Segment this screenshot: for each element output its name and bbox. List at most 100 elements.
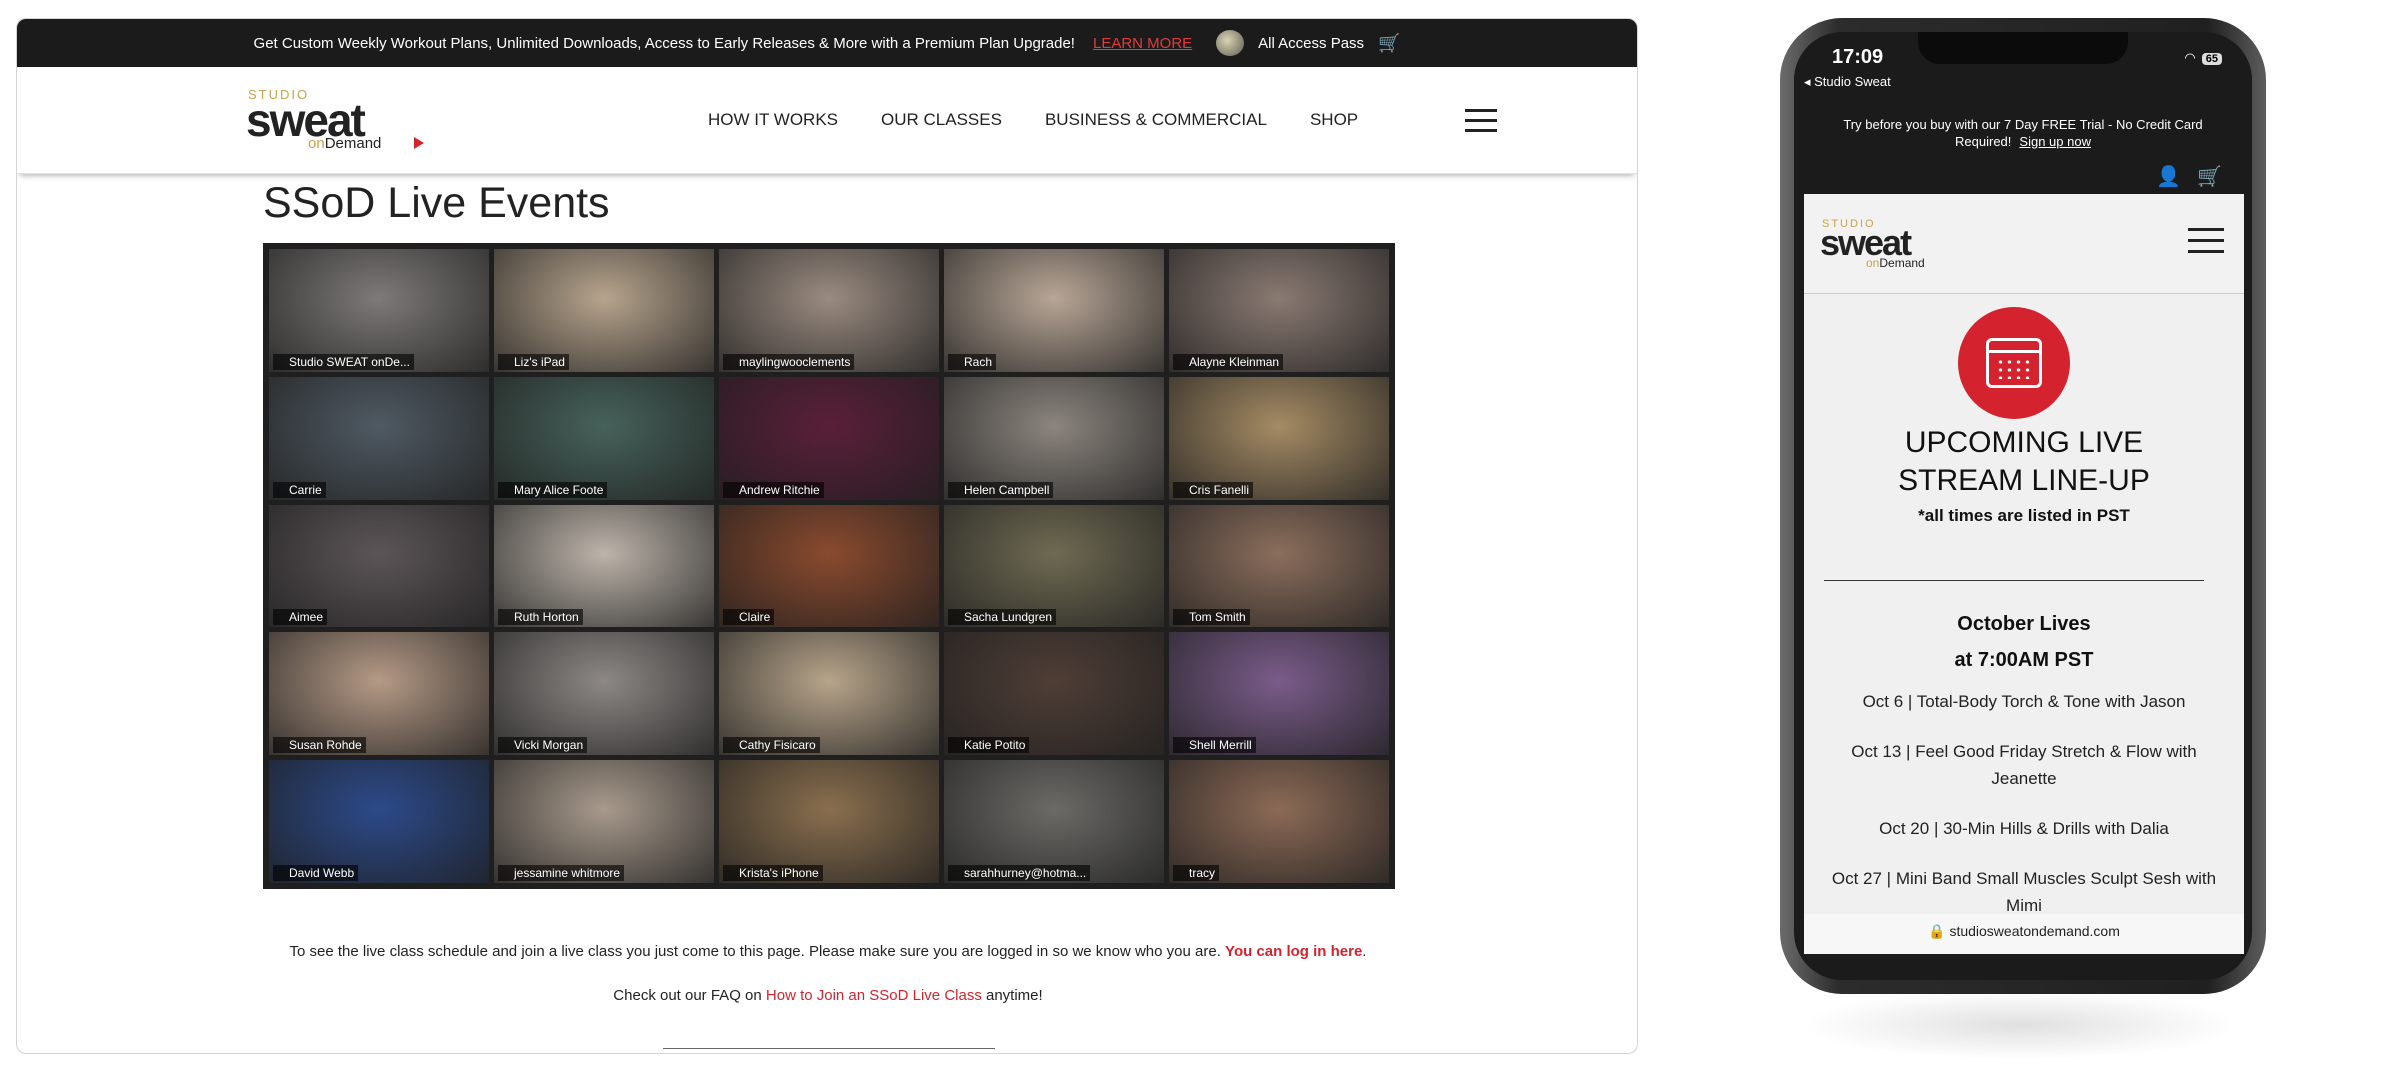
phone-shadow [1800, 990, 2240, 1060]
participant-name: tracy [1173, 865, 1220, 881]
participant-name: Cathy Fisicaro [723, 737, 820, 754]
participant-tile[interactable]: Alayne Kleinman [1169, 249, 1389, 372]
participant-tile[interactable]: Ruth Horton [494, 504, 714, 628]
participant-name: Sacha Lundgren [948, 609, 1057, 626]
participant-tile[interactable]: Susan Rohde [269, 632, 489, 756]
event-item: Oct 27 | Mini Band Small Muscles Sculpt … [1831, 869, 2217, 915]
desktop-browser-view: Get Custom Weekly Workout Plans, Unlimit… [16, 18, 1638, 1054]
participant-tile[interactable]: Vicki Morgan [494, 632, 714, 756]
cart-icon[interactable]: 🛒 [1378, 33, 1400, 54]
account-icons: 👤 🛒 [2156, 164, 2222, 189]
participant-tile[interactable]: Studio SWEAT onDe... [269, 249, 489, 372]
cart-icon[interactable]: 🛒 [2197, 164, 2222, 189]
site-logo[interactable]: STUDIO sweat onDemand [246, 85, 426, 155]
nav-our-classes[interactable]: OUR CLASSES [881, 110, 1002, 130]
battery-indicator: 65 [2201, 53, 2222, 65]
page-title: SSoD Live Events [263, 179, 610, 227]
status-time: 17:09 [1832, 46, 1884, 68]
participant-tile[interactable]: jessamine whitmore [494, 760, 714, 883]
participant-tile[interactable]: Aimee [269, 504, 489, 628]
participant-tile[interactable]: Cris Fanelli [1169, 376, 1389, 500]
participant-tile[interactable]: Mary Alice Foote [494, 376, 714, 500]
nav-business-commercial[interactable]: BUSINESS & COMMERCIAL [1045, 110, 1267, 130]
participant-name: Ruth Horton [498, 609, 583, 626]
participant-tile[interactable]: Shell Merrill [1169, 632, 1389, 756]
participant-tile[interactable]: Cathy Fisicaro [719, 632, 939, 756]
nav-menu: HOW IT WORKS OUR CLASSES BUSINESS & COMM… [708, 110, 1401, 130]
participant-name: Susan Rohde [273, 737, 366, 754]
main-nav: STUDIO sweat onDemand HOW IT WORKS OUR C… [17, 67, 1637, 174]
participant-tile[interactable]: maylingwooclements [719, 249, 939, 372]
hamburger-menu-icon[interactable] [1465, 108, 1498, 132]
phone-screen: 17:09 ◂ Studio Sweat ◠ 65 Try before you … [1794, 32, 2252, 980]
mobile-hamburger-icon[interactable] [2188, 228, 2224, 253]
participant-name: Katie Potito [948, 737, 1030, 754]
month-heading: October Lives at 7:00AM PST [1954, 613, 2094, 671]
all-access-pass-link[interactable]: All Access Pass [1258, 35, 1364, 52]
participant-name: jessamine whitmore [498, 865, 625, 881]
participant-name: Carrie [273, 481, 326, 498]
faq-join-link[interactable]: How to Join an SSoD Live Class [766, 987, 982, 1004]
participant-name: Liz's iPad [498, 353, 569, 370]
participant-tile[interactable]: Tom Smith [1169, 504, 1389, 628]
participant-tile[interactable]: Carrie [269, 376, 489, 500]
mobile-content: UPCOMING LIVE STREAM LINE-UP *all times … [1804, 294, 2244, 915]
play-icon [414, 137, 424, 149]
participant-name: David Webb [273, 865, 359, 881]
promo-message: Get Custom Weekly Workout Plans, Unlimit… [253, 34, 1075, 52]
participant-tile[interactable]: Andrew Ritchie [719, 376, 939, 500]
pst-note: *all times are listed in PST [1918, 506, 2130, 525]
participant-name: Krista's iPhone [723, 865, 823, 881]
nav-how-it-works[interactable]: HOW IT WORKS [708, 110, 838, 130]
participant-name: sarahhurney@hotma... [948, 865, 1091, 881]
mobile-logo[interactable]: STUDIO sweat onDemand [1820, 218, 1970, 274]
participant-tile[interactable]: Krista's iPhone [719, 760, 939, 883]
user-icon[interactable]: 👤 [2156, 164, 2181, 189]
participant-tile[interactable]: Sacha Lundgren [944, 504, 1164, 628]
participant-tile[interactable]: Helen Campbell [944, 376, 1164, 500]
trial-banner: Try before you buy with our 7 Day FREE T… [1843, 117, 2203, 149]
participant-name: Rach [948, 353, 997, 370]
participant-name: Aimee [273, 609, 328, 626]
wifi-icon: ◠ [2184, 50, 2196, 65]
url-bar[interactable]: 🔒 studiosweatondemand.com [1804, 914, 2244, 954]
nav-shop[interactable]: SHOP [1310, 110, 1358, 130]
participant-name: Mary Alice Foote [498, 481, 608, 498]
participant-tile[interactable]: Katie Potito [944, 632, 1164, 756]
participant-tile[interactable]: tracy [1169, 760, 1389, 883]
learn-more-link[interactable]: LEARN MORE [1093, 35, 1192, 52]
participant-name: Vicki Morgan [498, 737, 588, 754]
participant-tile[interactable]: sarahhurney@hotma... [944, 760, 1164, 883]
event-item: Oct 6 | Total-Body Torch & Tone with Jas… [1862, 692, 2186, 711]
participant-name: maylingwooclements [723, 353, 855, 370]
all-access-pass-icon[interactable] [1216, 30, 1245, 56]
participant-name: Tom Smith [1173, 609, 1250, 626]
lineup-heading: UPCOMING LIVE STREAM LINE-UP [1898, 426, 2150, 497]
participant-name: Studio SWEAT onDe... [273, 353, 414, 370]
participant-name: Claire [723, 609, 775, 626]
participant-tile[interactable]: Liz's iPad [494, 249, 714, 372]
divider [1824, 580, 2204, 581]
faq-paragraph: Check out our FAQ on How to Join an SSoD… [613, 987, 1043, 1004]
participant-tile[interactable]: Claire [719, 504, 939, 628]
participant-name: Cris Fanelli [1173, 481, 1254, 498]
promo-banner: Get Custom Weekly Workout Plans, Unlimit… [17, 19, 1637, 67]
login-link[interactable]: You can log in here [1225, 943, 1362, 960]
event-item: Oct 20 | 30-Min Hills & Drills with Dali… [1879, 819, 2169, 838]
calendar-icon [1958, 307, 2070, 419]
phone-mockup: 17:09 ◂ Studio Sweat ◠ 65 Try before you … [1780, 18, 2266, 994]
status-icons: ◠ 65 [2184, 50, 2222, 66]
participant-tile[interactable]: Rach [944, 249, 1164, 372]
participant-tile[interactable]: David Webb [269, 760, 489, 883]
back-to-app-link[interactable]: ◂ Studio Sweat [1804, 74, 1891, 90]
participant-video-grid: Studio SWEAT onDe... Liz's iPad maylingwoo… [263, 243, 1395, 889]
event-item: Oct 13 | Feel Good Friday Stretch & Flow… [1851, 742, 2197, 788]
participant-name: Andrew Ritchie [723, 481, 824, 498]
info-paragraph: To see the live class schedule and join … [289, 943, 1367, 960]
mobile-header: STUDIO sweat onDemand [1804, 194, 2244, 294]
participant-name: Helen Campbell [948, 481, 1054, 498]
participant-name: Shell Merrill [1173, 737, 1256, 754]
divider [663, 1048, 995, 1049]
signup-link[interactable]: Sign up now [2019, 134, 2091, 149]
participant-name: Alayne Kleinman [1173, 353, 1284, 370]
